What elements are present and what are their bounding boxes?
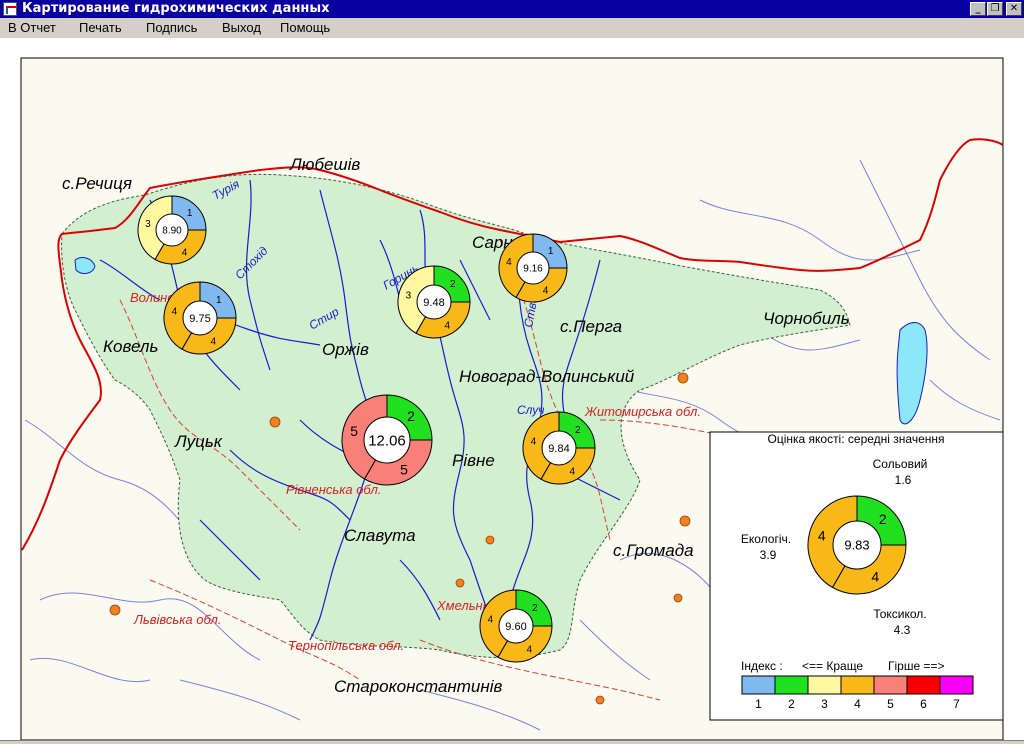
station-marker[interactable]: 1 4 4 9.75 [163,281,237,355]
donut-class-label: 2 [575,425,581,436]
legend-toxic-value: 4.3 [894,623,911,637]
donut-class-label: 2 [532,603,538,614]
river-label-sluch: Случ [517,403,545,417]
station-marker[interactable]: 2 4 4 9.84 [522,411,596,485]
legend-swatch-number: 5 [887,697,894,711]
donut-value: 12.06 [368,432,406,449]
city-label-perha: с.Перга [560,317,622,336]
donut-class-label: 1 [216,295,222,306]
donut-value: 9.75 [189,313,210,325]
region-label-rivne: Рівненська обл. [286,482,381,497]
donut-class-label: 4 [506,257,512,268]
donut-class-label: 4 [569,467,575,478]
city-label-starokostiantyniv: Староконстантинів [334,677,502,696]
donut-class-label: 4 [871,569,879,585]
minimize-button[interactable]: _ [970,2,986,16]
legend-swatch [840,675,875,695]
client-area: Волинська обл. Житомирська обл. Рівненсь… [0,38,1024,741]
city-label-liubeshiv: Любешів [289,155,360,174]
donut-class-label: 3 [406,291,412,302]
legend-swatch [774,675,809,695]
station-marker[interactable]: 2 4 3 9.48 [397,265,471,339]
donut-class-label: 4 [818,528,826,544]
menu-item-signature[interactable]: Подпись [146,20,197,35]
close-button[interactable]: ✕ [1006,2,1022,16]
station-marker[interactable]: 1 4 3 8.90 [137,195,207,265]
donut-class-label: 2 [879,511,887,527]
city-label-orzhiv: Оржів [322,340,369,359]
app-icon [3,2,17,16]
donut-class-label: 2 [407,408,415,424]
menu-item-report[interactable]: В Отчет [8,20,56,35]
station-marker[interactable]: 2 4 4 9.60 [479,589,553,663]
donut-class-label: 1 [548,246,554,257]
city-label-lutsk: Луцьк [174,432,223,451]
legend-swatch [939,675,974,695]
donut-value: 9.84 [548,443,569,455]
donut-class-label: 5 [350,423,358,439]
legend-swatch-number: 6 [920,697,927,711]
map-canvas[interactable]: Волинська обл. Житомирська обл. Рівненсь… [0,38,1024,741]
donut-value: 8.90 [162,226,182,237]
donut-value: 9.60 [505,621,526,633]
legend-swatch-number: 2 [788,697,795,711]
donut-value: 9.83 [844,538,869,553]
legend-swatch-number: 7 [953,697,960,711]
legend-swatch [741,675,776,695]
city-label-chornobyl: Чорнобиль [763,309,850,328]
menu-item-help[interactable]: Помощь [280,20,330,35]
donut-class-label: 5 [400,461,408,477]
legend-donut: 2 4 4 9.83 [807,495,907,595]
donut-class-label: 4 [182,247,188,258]
city-label-rivne: Рівне [452,451,495,470]
donut-class-label: 2 [450,279,456,290]
legend-donut-chart[interactable]: 2 4 4 9.83 [807,495,907,595]
menu-item-print[interactable]: Печать [79,20,122,35]
station-marker[interactable]: 1449.16 [498,233,568,303]
donut-class-label: 4 [543,285,549,296]
station-marker[interactable]: 2 5 5 12.06 [341,394,433,486]
donut-class-label: 4 [444,321,450,332]
legend-swatch-number: 1 [755,697,762,711]
region-label-zhytomyr: Житомирська обл. [584,404,701,419]
city-label-kovel: Ковель [103,337,158,356]
city-label-hromada: с.Громада [613,541,694,560]
donut-class-label: 4 [526,645,532,656]
donut-class-label: 3 [145,219,151,230]
legend-ecol-value: 3.9 [760,548,777,562]
menu-bar: В Отчет Печать Подпись Выход Помощь [0,18,1024,38]
donut-class-label: 4 [531,437,537,448]
legend-better: <== Краще [802,659,863,673]
title-bar: Картирование гидрохимических данных _ ❐ … [0,0,1024,18]
region-label-ternopil: Тернопільська обл. [288,638,404,653]
city-label-rechytsia: с.Речиця [62,174,132,193]
donut-value: 9.16 [523,264,543,275]
legend-swatch [807,675,842,695]
legend-salt-label: Сольовий [873,457,928,471]
legend-worse: Гірше ==> [888,659,945,673]
status-edge [0,740,1024,744]
menu-item-exit[interactable]: Выход [222,20,261,35]
legend-toxic-label: Токсикол. [873,607,926,621]
legend-swatch-number: 4 [854,697,861,711]
donut-class-label: 4 [210,337,216,348]
donut-value: 9.48 [423,297,444,309]
legend-panel: Оцінка якості: середні значення Сольовий… [709,431,1004,721]
donut-class-label: 4 [488,615,494,626]
legend-swatch [873,675,908,695]
city-label-novohrad: Новоград-Волинський [459,367,635,386]
donut-class-label: 4 [172,307,178,318]
legend-index-caption: Індекс : [741,659,783,673]
region-label-lviv: Львівська обл. [133,612,221,627]
donut-class-label: 1 [187,208,193,219]
city-label-slavuta: Славута [344,526,416,545]
legend-title: Оцінка якості: середні значення [767,432,944,446]
legend-swatch [906,675,941,695]
legend-salt-value: 1.6 [895,473,912,487]
legend-ecol-label: Екологіч. [741,532,791,546]
restore-button[interactable]: ❐ [987,2,1003,16]
window-title: Картирование гидрохимических данных [22,1,330,16]
legend-swatch-number: 3 [821,697,828,711]
